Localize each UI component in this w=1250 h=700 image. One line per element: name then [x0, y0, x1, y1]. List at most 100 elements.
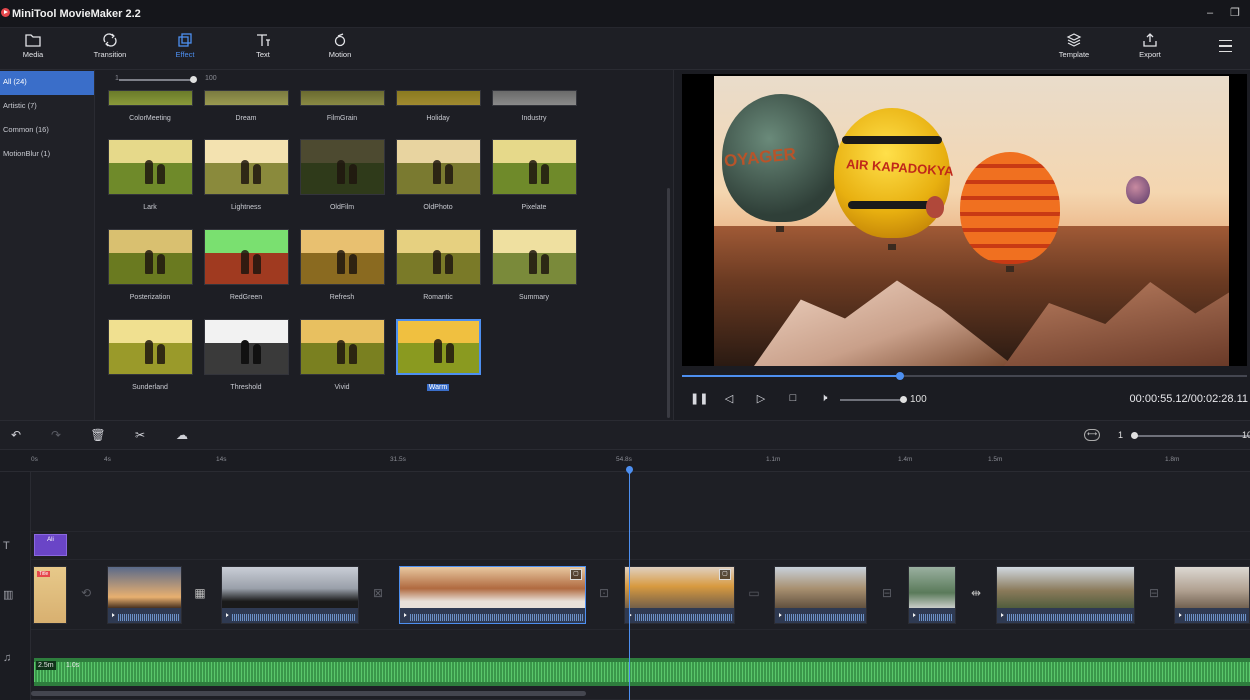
template-button[interactable]: Template: [1044, 33, 1104, 59]
category-motionblur[interactable]: MotionBlur (1): [0, 143, 94, 167]
balloon-orange: [960, 152, 1060, 264]
effect-label-oldfilm: OldFilm: [329, 204, 355, 211]
effect-label-threshold: Threshold: [230, 384, 262, 391]
play-icon[interactable]: ▷: [754, 392, 768, 405]
effect-thumb-threshold[interactable]: [204, 319, 289, 375]
effect-thumb-lightness[interactable]: [204, 139, 289, 195]
tick-label: 54.8s: [616, 456, 632, 463]
video-clip[interactable]: 🕨: [774, 566, 867, 624]
effect-label-filmgrain: FilmGrain: [326, 115, 358, 122]
video-clip[interactable]: 🕨: [221, 566, 359, 624]
category-all[interactable]: All (24): [0, 71, 94, 95]
transition-applied-icon[interactable]: ▦: [190, 586, 210, 602]
effect-thumb-holiday[interactable]: [396, 90, 481, 106]
zoom-knob[interactable]: [1131, 432, 1138, 439]
effect-thumb-pixelate[interactable]: [492, 139, 577, 195]
motion-button[interactable]: Motion: [310, 33, 370, 59]
music-clip[interactable]: 2.5m 1.0s: [34, 658, 1250, 686]
effects-scrollbar[interactable]: [667, 188, 670, 418]
seek-bar-knob[interactable]: [896, 372, 904, 380]
thumb-size-slider[interactable]: [119, 79, 194, 81]
previous-frame-icon[interactable]: ◁: [722, 392, 736, 405]
effect-label-industry: Industry: [521, 115, 547, 122]
pause-icon[interactable]: ❚❚: [690, 392, 708, 405]
transition-button[interactable]: Transition: [80, 33, 140, 59]
effect-thumb-vivid[interactable]: [300, 319, 385, 375]
effect-thumb-industry[interactable]: [492, 90, 577, 106]
balloon-kapadokya-stripe: [842, 136, 942, 144]
text-label: Text: [256, 50, 270, 59]
volume-slider[interactable]: [840, 399, 902, 401]
video-track-icon: ▥: [3, 589, 14, 601]
motion-label: Motion: [328, 50, 352, 59]
effect-label-warm-text: Warm: [426, 384, 450, 391]
delete-icon[interactable]: 🗑: [90, 428, 106, 442]
effect-thumb-lark[interactable]: [108, 139, 193, 195]
transition-slot-icon[interactable]: ⟲: [76, 586, 96, 602]
effect-thumb-refresh[interactable]: [300, 229, 385, 285]
music-track-icon: ♫: [3, 652, 12, 664]
split-icon[interactable]: ✂: [132, 428, 148, 442]
transition-slot-icon[interactable]: ⊡: [594, 586, 614, 602]
effect-thumb-colormeeting[interactable]: [108, 90, 193, 106]
text-lane: [31, 532, 1250, 560]
seek-bar-progress: [682, 375, 900, 377]
menu-icon[interactable]: [1219, 40, 1232, 52]
video-clip[interactable]: ▢ 🕨: [624, 566, 735, 624]
video-clip[interactable]: 🕨: [908, 566, 956, 624]
timeline-scrollbar[interactable]: [31, 691, 586, 696]
template-label: Template: [1058, 50, 1090, 59]
video-clip[interactable]: 🕨: [1174, 566, 1250, 624]
export-icon: [1143, 33, 1157, 47]
undo-icon[interactable]: ↶: [8, 428, 24, 442]
effect-thumb-redgreen[interactable]: [204, 229, 289, 285]
playhead[interactable]: [629, 466, 630, 700]
media-button[interactable]: Media: [3, 33, 63, 59]
effect-thumb-romantic[interactable]: [396, 229, 481, 285]
effect-thumb-summary[interactable]: [492, 229, 577, 285]
tick-label: 1.5m: [988, 456, 1003, 463]
video-clip-selected[interactable]: ▢ 🕨: [399, 566, 586, 624]
video-clip[interactable]: 🕨: [107, 566, 182, 624]
transition-applied-icon[interactable]: ⇹: [966, 586, 986, 602]
effect-thumb-warm[interactable]: [396, 319, 481, 375]
zoom-slider[interactable]: [1134, 435, 1250, 437]
redo-icon[interactable]: ↷: [48, 428, 64, 442]
thumb-size-knob[interactable]: [190, 76, 197, 83]
transition-slot-icon[interactable]: ⊟: [1144, 586, 1164, 602]
transition-slot-icon[interactable]: ⊠: [368, 586, 388, 602]
stop-icon[interactable]: □: [786, 392, 800, 404]
effect-thumb-oldphoto[interactable]: [396, 139, 481, 195]
tick-label: 0s: [31, 456, 38, 463]
maximize-icon[interactable]: ❐: [1228, 6, 1242, 20]
zoom-fit-icon[interactable]: ⟷: [1084, 429, 1100, 441]
category-common[interactable]: Common (16): [0, 119, 94, 143]
empty-lane: [31, 472, 1250, 532]
effect-thumb-posterization[interactable]: [108, 229, 193, 285]
minimize-icon[interactable]: –: [1203, 6, 1217, 20]
text-clip[interactable]: Ali: [34, 534, 67, 556]
track-headers: T ▥ ♫: [0, 472, 31, 700]
effect-category-panel: All (24) Artistic (7) Common (16) Motion…: [0, 70, 95, 420]
transition-slot-icon[interactable]: ▭: [744, 586, 764, 602]
effect-thumb-filmgrain[interactable]: [300, 90, 385, 106]
volume-icon[interactable]: 🕨: [817, 392, 831, 405]
audio-detach-icon[interactable]: ☁: [174, 428, 190, 442]
effect-thumb-sunderland[interactable]: [108, 319, 193, 375]
effect-thumb-dream[interactable]: [204, 90, 289, 106]
effect-label-summary: Summary: [519, 294, 549, 301]
volume-knob[interactable]: [900, 396, 907, 403]
effect-button[interactable]: Effect: [155, 33, 215, 59]
effect-thumb-oldfilm[interactable]: [300, 139, 385, 195]
category-artistic[interactable]: Artistic (7): [0, 95, 94, 119]
clip-effect-badge-icon: ▢: [719, 569, 731, 580]
title-clip[interactable]: Title: [33, 566, 67, 624]
effect-label-colormeeting: ColorMeeting: [129, 115, 171, 122]
thumb-size-max: 100: [205, 75, 217, 82]
media-label: Media: [22, 50, 44, 59]
effect-label-lightness: Lightness: [231, 204, 261, 211]
export-button[interactable]: Export: [1120, 33, 1180, 59]
text-button[interactable]: Text: [233, 33, 293, 59]
video-clip[interactable]: 🕨: [996, 566, 1135, 624]
transition-slot-icon[interactable]: ⊟: [877, 586, 897, 602]
